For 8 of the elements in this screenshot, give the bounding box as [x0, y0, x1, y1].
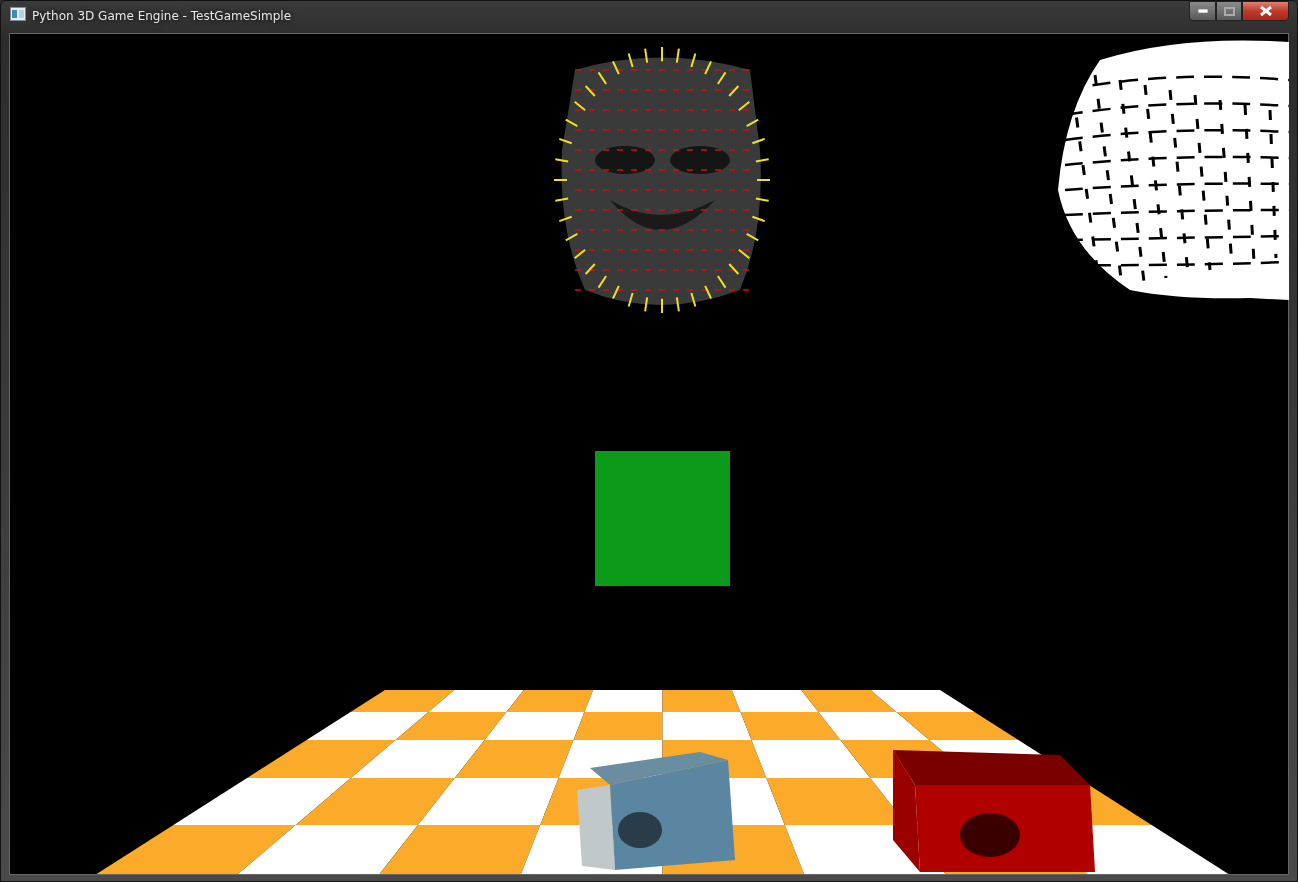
- close-icon: [1259, 6, 1272, 16]
- maximize-button[interactable]: [1216, 1, 1242, 21]
- minimize-icon: [1197, 9, 1208, 13]
- maximize-icon: [1223, 6, 1235, 16]
- window-title: Python 3D Game Engine - TestGameSimple: [32, 8, 292, 25]
- close-button[interactable]: [1242, 1, 1289, 21]
- minimize-button[interactable]: [1189, 1, 1216, 21]
- app-icon: [10, 7, 26, 21]
